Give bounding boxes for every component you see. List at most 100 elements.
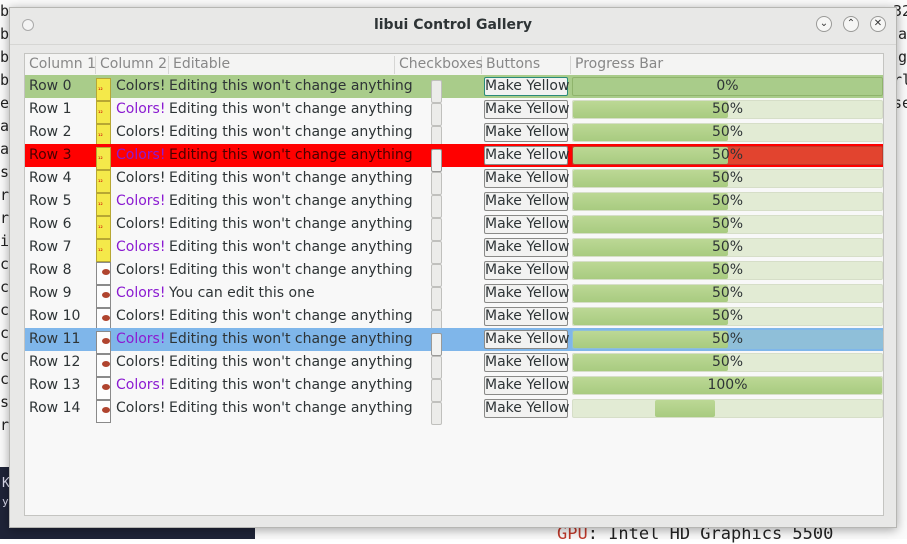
make-yellow-button[interactable]: Make Yellow [484, 169, 569, 188]
header-column-1[interactable]: Column 1 [25, 56, 96, 74]
progress-bar: 50% [572, 123, 883, 142]
colors-text: Colors! [116, 170, 166, 186]
table-row[interactable]: Row 8 Colors! Editing this won't change an… [25, 259, 883, 287]
table-row[interactable]: Row 5 ¹² Colors! Editing this won't change … [25, 190, 883, 218]
table-row[interactable]: Row 2 ¹² Colors! Editing this won't change … [25, 121, 883, 149]
row-name: Row 0 [29, 78, 72, 94]
header-checkboxes[interactable]: Checkboxes [395, 56, 483, 74]
close-icon: ✕ [873, 18, 883, 29]
row-name: Row 11 [29, 331, 81, 347]
row-name: Row 3 [29, 147, 72, 163]
make-yellow-button[interactable]: Make Yellow [484, 215, 569, 234]
progress-bar: 50% [572, 261, 883, 280]
row-name: Row 9 [29, 285, 72, 301]
progress-label: 50% [711, 101, 744, 117]
app-window: libui Control Gallery ⌄ ⌃ ✕ Column 1 Col… [9, 7, 897, 528]
make-yellow-button[interactable]: Make Yellow [484, 284, 569, 303]
editable-cell[interactable]: Editing this won't change anything [169, 167, 413, 190]
gray-image-icon [96, 400, 111, 423]
header-editable[interactable]: Editable [169, 56, 395, 74]
make-yellow-button[interactable]: Make Yellow [484, 77, 569, 96]
colors-text: Colors! [116, 400, 166, 416]
editable-cell[interactable]: Editing this won't change anything [169, 144, 413, 167]
table-row[interactable]: Row 11 Colors! Editing this won't change a… [25, 328, 883, 356]
editable-cell[interactable]: Editing this won't change anything [169, 121, 413, 144]
colors-text: Colors! [116, 354, 166, 370]
row-name: Row 13 [29, 377, 81, 393]
progress-label: 50% [711, 193, 744, 209]
chevron-down-icon: ⌄ [819, 18, 829, 29]
progress-label: 50% [711, 285, 744, 301]
table-row[interactable]: Row 9 Colors! You can edit this one Make Ye… [25, 282, 883, 310]
progress-label: 50% [711, 124, 744, 140]
table-row[interactable]: Row 6 ¹² Colors! Editing this won't change … [25, 213, 883, 241]
progress-label: 50% [711, 170, 744, 186]
progress-bar: 50% [572, 146, 883, 165]
editable-cell[interactable]: Editing this won't change anything [169, 259, 413, 282]
progress-bar [572, 399, 883, 418]
colors-text: Colors! [116, 124, 166, 140]
table-row[interactable]: Row 13 Colors! Editing this won't change a… [25, 374, 883, 402]
table-row[interactable]: Row 7 ¹² Colors! Editing this won't change … [25, 236, 883, 264]
row-name: Row 2 [29, 124, 72, 140]
colors-text: Colors! [116, 377, 166, 393]
window-title: libui Control Gallery [373, 17, 533, 33]
table-row[interactable]: Row 12 Colors! Editing this won't change a… [25, 351, 883, 379]
make-yellow-button[interactable]: Make Yellow [484, 261, 569, 280]
colors-text: Colors! [116, 78, 166, 94]
header-column-2[interactable]: Column 2 [96, 56, 169, 74]
minimize-button[interactable]: ⌄ [816, 16, 832, 32]
row-name: Row 8 [29, 262, 72, 278]
close-button[interactable]: ✕ [870, 16, 886, 32]
editable-cell[interactable]: Editing this won't change anything [169, 98, 413, 121]
make-yellow-button[interactable]: Make Yellow [484, 307, 569, 326]
make-yellow-button[interactable]: Make Yellow [484, 100, 569, 119]
editable-cell[interactable]: Editing this won't change anything [169, 328, 413, 351]
progress-bar: 50% [572, 330, 883, 349]
editable-cell[interactable]: Editing this won't change anything [169, 190, 413, 213]
maximize-button[interactable]: ⌃ [843, 16, 859, 32]
make-yellow-button[interactable]: Make Yellow [484, 353, 569, 372]
chevron-up-icon: ⌃ [846, 18, 856, 29]
row-name: Row 1 [29, 101, 72, 117]
make-yellow-button[interactable]: Make Yellow [484, 146, 569, 165]
table-row[interactable]: Row 10 Colors! Editing this won't change a… [25, 305, 883, 333]
colors-text: Colors! [116, 262, 166, 278]
progress-bar: 50% [572, 215, 883, 234]
header-buttons[interactable]: Buttons [482, 56, 571, 74]
data-table[interactable]: Column 1 Column 2 Editable Checkboxes Bu… [24, 53, 884, 516]
table-row[interactable]: Row 4 ¹² Colors! Editing this won't change … [25, 167, 883, 195]
colors-text: Colors! [116, 147, 166, 163]
make-yellow-button[interactable]: Make Yellow [484, 238, 569, 257]
make-yellow-button[interactable]: Make Yellow [484, 376, 569, 395]
progress-label [573, 400, 882, 417]
progress-label: 0% [716, 78, 739, 94]
editable-cell[interactable]: Editing this won't change anything [169, 374, 413, 397]
make-yellow-button[interactable]: Make Yellow [484, 123, 569, 142]
title-bar[interactable]: libui Control Gallery ⌄ ⌃ ✕ [10, 8, 896, 45]
progress-bar: 100% [572, 376, 883, 395]
editable-cell[interactable]: Editing this won't change anything [169, 305, 413, 328]
table-row[interactable]: Row 3 ¹² Colors! Editing this won't change … [25, 144, 883, 172]
table-row[interactable]: Row 0 ¹² Colors! Editing this won't change … [25, 75, 883, 103]
make-yellow-button[interactable]: Make Yellow [484, 330, 569, 349]
progress-bar: 50% [572, 284, 883, 303]
make-yellow-button[interactable]: Make Yellow [484, 399, 569, 418]
make-yellow-button[interactable]: Make Yellow [484, 192, 569, 211]
progress-label: 50% [711, 331, 744, 347]
editable-cell[interactable]: Editing this won't change anything [169, 75, 413, 98]
editable-cell[interactable]: Editing this won't change anything [169, 351, 413, 374]
row-checkbox[interactable] [431, 402, 442, 425]
row-name: Row 14 [29, 400, 81, 416]
editable-cell[interactable]: Editing this won't change anything [169, 213, 413, 236]
header-progress-bar[interactable]: Progress Bar [571, 56, 883, 74]
table-row[interactable]: Row 14 Colors! Editing this won't change a… [25, 397, 883, 425]
progress-label: 50% [711, 147, 744, 163]
editable-cell[interactable]: Editing this won't change anything [169, 397, 413, 420]
editable-cell[interactable]: You can edit this one [169, 282, 315, 305]
colors-text: Colors! [116, 101, 166, 117]
progress-label: 50% [711, 262, 744, 278]
progress-bar: 50% [572, 353, 883, 372]
editable-cell[interactable]: Editing this won't change anything [169, 236, 413, 259]
table-row[interactable]: Row 1 ¹² Colors! Editing this won't change … [25, 98, 883, 126]
